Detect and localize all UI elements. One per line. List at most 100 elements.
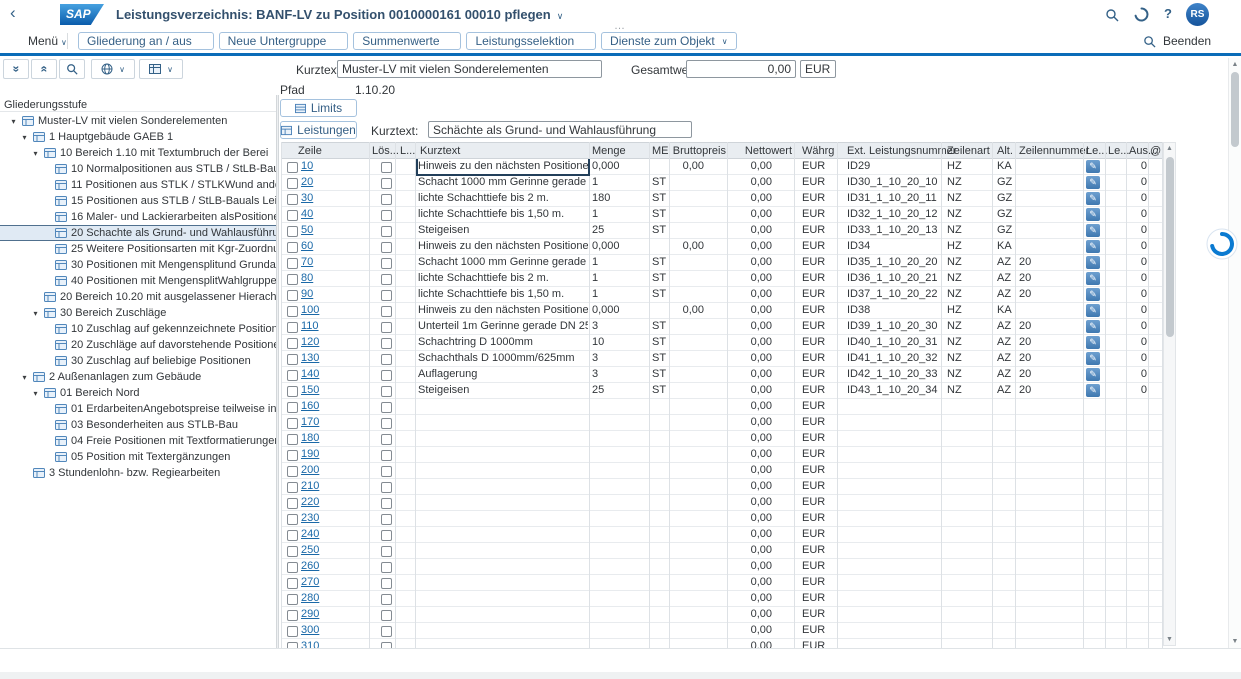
col-le2[interactable]: Le... [1108, 145, 1129, 157]
nettowert-cell[interactable]: 0,00 [728, 192, 772, 204]
alt-cell[interactable]: KA [997, 240, 1019, 252]
kurztext-cell[interactable]: lichte Schachttiefe bis 2 m. [418, 272, 588, 284]
zeilennummer-cell[interactable]: 20 [1019, 272, 1079, 284]
row-select-checkbox[interactable] [287, 322, 298, 333]
zeilenart-cell[interactable]: NZ [947, 384, 991, 396]
tree-item[interactable]: ▾ 01 Bereich Nord [0, 385, 276, 401]
me-cell[interactable]: ST [652, 288, 670, 300]
zeilenart-cell[interactable]: NZ [947, 176, 991, 188]
chevron-down-icon[interactable]: ▾ [30, 149, 41, 158]
loeschen-checkbox[interactable] [381, 578, 392, 589]
me-cell[interactable]: ST [652, 176, 670, 188]
alt-cell[interactable]: AZ [997, 368, 1019, 380]
loeschen-checkbox[interactable] [381, 594, 392, 605]
waehrung-cell[interactable]: EUR [802, 272, 832, 284]
zeile-link[interactable]: 10 [301, 160, 351, 172]
tree-item[interactable]: ▾ 11 Positionen aus STLK / STLKWund ande… [0, 177, 276, 193]
langtext-edit-icon[interactable]: ✎ [1086, 272, 1100, 285]
langtext-edit-icon[interactable]: ✎ [1086, 240, 1100, 253]
loeschen-checkbox[interactable] [381, 226, 392, 237]
aus-cell[interactable]: 0 [1127, 160, 1147, 172]
menge-cell[interactable]: 1 [592, 176, 648, 188]
tree-item[interactable]: ▾ 01 ErdarbeitenAngebotspreise teilweise… [0, 401, 276, 417]
loeschen-checkbox[interactable] [381, 194, 392, 205]
table-view-selector[interactable]: ∨ [139, 59, 183, 79]
nettowert-cell[interactable]: 0,00 [728, 528, 772, 540]
loeschen-checkbox[interactable] [381, 498, 392, 509]
waehrung-cell[interactable]: EUR [802, 192, 832, 204]
row-select-checkbox[interactable] [287, 194, 298, 205]
nettowert-cell[interactable]: 0,00 [728, 624, 772, 636]
langtext-edit-icon[interactable]: ✎ [1086, 208, 1100, 221]
kurztext-cell[interactable]: lichte Schachttiefe bis 1,50 m. [418, 288, 588, 300]
row-select-checkbox[interactable] [287, 434, 298, 445]
nettowert-cell[interactable]: 0,00 [728, 224, 772, 236]
col-zeilenart[interactable]: Zeilenart [947, 145, 990, 157]
alt-cell[interactable]: AZ [997, 272, 1019, 284]
nettowert-cell[interactable]: 0,00 [728, 496, 772, 508]
nettowert-cell[interactable]: 0,00 [728, 352, 772, 364]
row-select-checkbox[interactable] [287, 418, 298, 429]
aus-cell[interactable]: 0 [1127, 320, 1147, 332]
zeilenart-cell[interactable]: NZ [947, 192, 991, 204]
waehrung-cell[interactable]: EUR [802, 400, 832, 412]
chevron-down-icon[interactable]: ▾ [30, 389, 41, 398]
row-select-checkbox[interactable] [287, 274, 298, 285]
alt-cell[interactable]: AZ [997, 352, 1019, 364]
ext-leistungsnummer-cell[interactable]: ID35_1_10_20_20 [847, 256, 941, 268]
page-scrollbar-thumb[interactable] [1231, 72, 1239, 147]
zeilenart-cell[interactable]: NZ [947, 224, 991, 236]
langtext-edit-icon[interactable]: ✎ [1086, 176, 1100, 189]
aus-cell[interactable]: 0 [1127, 192, 1147, 204]
waehrung-cell[interactable]: EUR [802, 448, 832, 460]
zeile-link[interactable]: 140 [301, 368, 351, 380]
menge-cell[interactable]: 3 [592, 368, 648, 380]
beenden-button[interactable]: Beenden [1163, 34, 1211, 48]
loeschen-checkbox[interactable] [381, 482, 392, 493]
nettowert-cell[interactable]: 0,00 [728, 160, 772, 172]
tree-item[interactable]: ▾ 03 Besonderheiten aus STLB-Bau [0, 417, 276, 433]
me-cell[interactable]: ST [652, 320, 670, 332]
tree-item[interactable]: ▾ 30 Positionen mit Mengensplitund Grund… [0, 257, 276, 273]
tree-item[interactable]: ▾ 1 Hauptgebäude GAEB 1 [0, 129, 276, 145]
panel-splitter[interactable] [276, 95, 279, 648]
alt-cell[interactable]: KA [997, 304, 1019, 316]
col-loeschen[interactable]: Lös... [372, 145, 399, 157]
row-select-checkbox[interactable] [287, 162, 298, 173]
zeile-link[interactable]: 80 [301, 272, 351, 284]
row-select-checkbox[interactable] [287, 594, 298, 605]
table-scrollbar[interactable]: ▲ ▼ [1163, 142, 1176, 646]
waehrung-cell[interactable]: EUR [802, 608, 832, 620]
kurztext-cell[interactable]: lichte Schachttiefe bis 2 m. [418, 192, 588, 204]
currency-input[interactable] [800, 60, 836, 78]
row-select-checkbox[interactable] [287, 578, 298, 589]
nettowert-cell[interactable]: 0,00 [728, 576, 772, 588]
zeilenart-cell[interactable]: NZ [947, 320, 991, 332]
me-cell[interactable]: ST [652, 336, 670, 348]
menge-cell[interactable]: 1 [592, 256, 648, 268]
aus-cell[interactable]: 0 [1127, 224, 1147, 236]
langtext-edit-icon[interactable]: ✎ [1086, 224, 1100, 237]
nettowert-cell[interactable]: 0,00 [728, 592, 772, 604]
menge-cell[interactable]: 1 [592, 272, 648, 284]
waehrung-cell[interactable]: EUR [802, 160, 832, 172]
user-avatar[interactable]: RS [1186, 3, 1209, 26]
loeschen-checkbox[interactable] [381, 178, 392, 189]
loeschen-checkbox[interactable] [381, 258, 392, 269]
row-select-checkbox[interactable] [287, 546, 298, 557]
loeschen-checkbox[interactable] [381, 370, 392, 381]
kurztext-cell[interactable]: Hinweis zu den nächsten Positionen [418, 159, 588, 174]
zeile-link[interactable]: 180 [301, 432, 351, 444]
waehrung-cell[interactable]: EUR [802, 256, 832, 268]
row-select-checkbox[interactable] [287, 450, 298, 461]
menubar-button[interactable]: Neue Untergruppe∨ [219, 32, 349, 50]
nettowert-cell[interactable]: 0,00 [728, 464, 772, 476]
expand-all-button[interactable]: » [3, 59, 29, 79]
nettowert-cell[interactable]: 0,00 [728, 608, 772, 620]
kurztext-input[interactable] [337, 60, 602, 78]
waehrung-cell[interactable]: EUR [802, 368, 832, 380]
waehrung-cell[interactable]: EUR [802, 352, 832, 364]
me-cell[interactable]: ST [652, 368, 670, 380]
zeilenart-cell[interactable]: NZ [947, 272, 991, 284]
nettowert-cell[interactable]: 0,00 [728, 560, 772, 572]
